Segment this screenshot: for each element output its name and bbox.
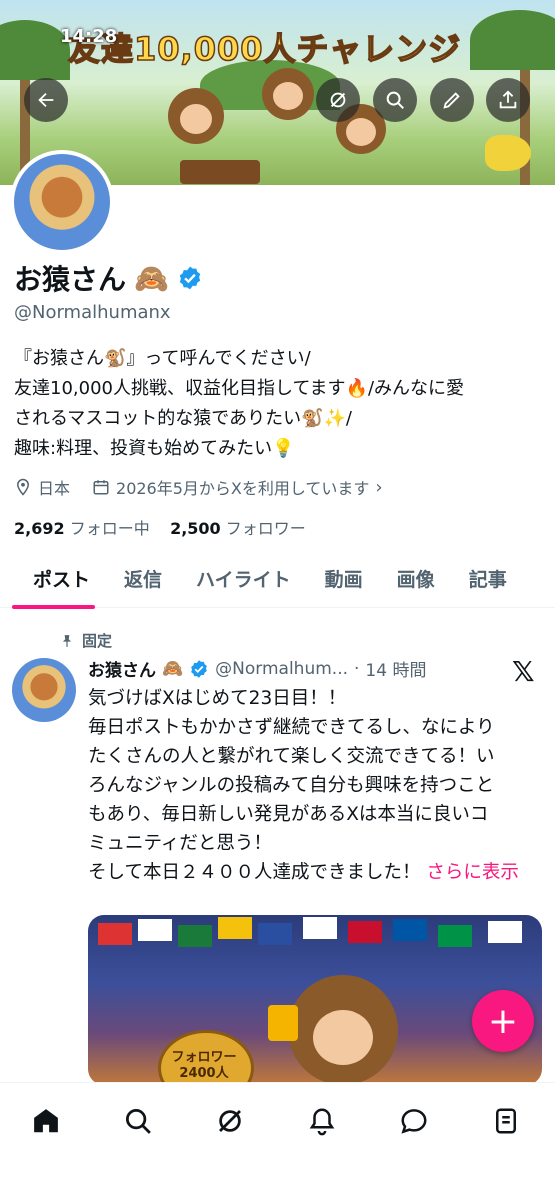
home-icon (34, 1109, 58, 1133)
profile-name: お猿さん 🙈 (14, 258, 203, 298)
tweet-line: ミュニティだと思う！ (88, 833, 272, 854)
tab-replies[interactable]: 返信 (107, 555, 179, 607)
search-icon (386, 91, 404, 109)
share-icon (499, 90, 517, 109)
location-icon (16, 478, 30, 496)
profile-handle: @Normalhumanx (14, 302, 171, 323)
tweet-handle: @Normalhum... (215, 658, 349, 679)
follow-stats: 2,692 フォロー中 2,500 フォロワー (14, 515, 306, 539)
followers-label: フォロワー (225, 519, 306, 538)
tweet-line: 気づけばXはじめて23日目！！ (88, 688, 347, 709)
pinned-text: 固定 (82, 632, 113, 650)
bio-line: 友達10,000人挑戦、収益化目指してます🔥/みんなに愛 (14, 378, 465, 399)
grok-button[interactable] (316, 78, 360, 122)
following-count: 2,692 (14, 519, 65, 538)
profile-location: 日本 (38, 479, 71, 498)
tweet-author[interactable]: お猿さん (88, 656, 156, 681)
tweet-sep: · (354, 658, 360, 679)
followers-count: 2,500 (170, 519, 221, 538)
tab-articles[interactable]: 記事 (452, 555, 524, 607)
tweet-header: お猿さん 🙈 @Normalhum... · 14 時間 (88, 656, 426, 682)
explore-icon (126, 1109, 151, 1134)
tweet-avatar[interactable] (12, 658, 76, 722)
messages-icon (401, 1109, 427, 1134)
media-badge: フォロワー 2400人 (171, 1050, 237, 1081)
notifications-icon (309, 1108, 335, 1136)
bottom-nav (0, 1082, 555, 1201)
tab-highlights[interactable]: ハイライト (179, 555, 308, 607)
tweet-author-emoji: 🙈 (162, 658, 184, 679)
tweet-time[interactable]: 14 時間 (365, 656, 426, 681)
nav-notifications[interactable] (302, 1101, 342, 1141)
profile-bio: 『お猿さん🐒』って呼んでください/ 友達10,000人挑戦、収益化目指してます🔥… (14, 344, 544, 464)
chevron-right-icon: › (375, 476, 383, 498)
tweet-line: 毎日ポストもかかさず継続できてるし、なにより (88, 717, 495, 738)
following-label: フォロー中 (69, 519, 150, 538)
tweet-line: たくさんの人と繋がれて楽しく交流できてる！い (88, 746, 495, 767)
profile-name-text: お猿さん (14, 263, 127, 296)
back-arrow-icon (38, 92, 54, 108)
verified-badge-icon (191, 659, 208, 678)
edit-button[interactable] (430, 78, 474, 122)
grok-icon (330, 92, 346, 108)
bio-line: 趣味:料理、投資も始めてみたい💡 (14, 438, 295, 459)
back-button[interactable] (24, 78, 68, 122)
tweet-line: もあり、毎日新しい発見があるXは本当に良いコ (88, 804, 489, 825)
banner-title: 友達10,000人チャレンジ (67, 29, 462, 69)
tweet-line: ろんなジャンルの投稿みて自分も興味を持つこと (88, 775, 495, 796)
bio-line: されるマスコット的な猿でありたい🐒✨/ (14, 408, 352, 429)
nav-messages[interactable] (394, 1101, 434, 1141)
pinned-label: 固定 (60, 630, 112, 651)
tab-images[interactable]: 画像 (380, 555, 452, 607)
status-time: 14:28 (60, 26, 118, 47)
profile-tabs: ポスト 返信 ハイライト 動画 画像 記事 (0, 555, 555, 609)
tweet-media[interactable]: フォロワー 2400人 (88, 915, 542, 1085)
nav-explore[interactable] (118, 1101, 158, 1141)
profile-name-emoji: 🙈 (134, 261, 169, 295)
tab-posts[interactable]: ポスト (0, 555, 107, 609)
lists-icon (496, 1108, 516, 1134)
profile-avatar[interactable] (10, 150, 114, 254)
nav-grok[interactable] (210, 1101, 250, 1141)
tweet-text: 気づけばXはじめて23日目！！ 毎日ポストもかかさず継続できてるし、なにより た… (88, 684, 548, 887)
edit-icon (443, 92, 460, 109)
following-link[interactable]: 2,692 フォロー中 (14, 519, 150, 538)
search-button[interactable] (373, 78, 417, 122)
grok-nav-icon (219, 1110, 241, 1132)
nav-home[interactable] (26, 1101, 66, 1141)
share-button[interactable] (486, 78, 530, 122)
verified-badge-icon (179, 266, 201, 290)
calendar-icon (93, 480, 109, 495)
tab-videos[interactable]: 動画 (308, 555, 380, 607)
profile-meta: 日本 2026年5月からXを利用しています › (14, 475, 383, 499)
profile-joined[interactable]: 2026年5月からXを利用しています (116, 475, 369, 499)
compose-button[interactable]: + (472, 990, 534, 1052)
show-more-link[interactable]: さらに表示 (426, 862, 519, 883)
bio-line: 『お猿さん🐒』って呼んでください/ (14, 348, 311, 369)
tweet-line: そして本日２４００人達成できました！ (88, 862, 421, 883)
followers-link[interactable]: 2,500 フォロワー (170, 519, 306, 538)
pin-icon (62, 634, 72, 647)
nav-lists[interactable] (486, 1101, 526, 1141)
